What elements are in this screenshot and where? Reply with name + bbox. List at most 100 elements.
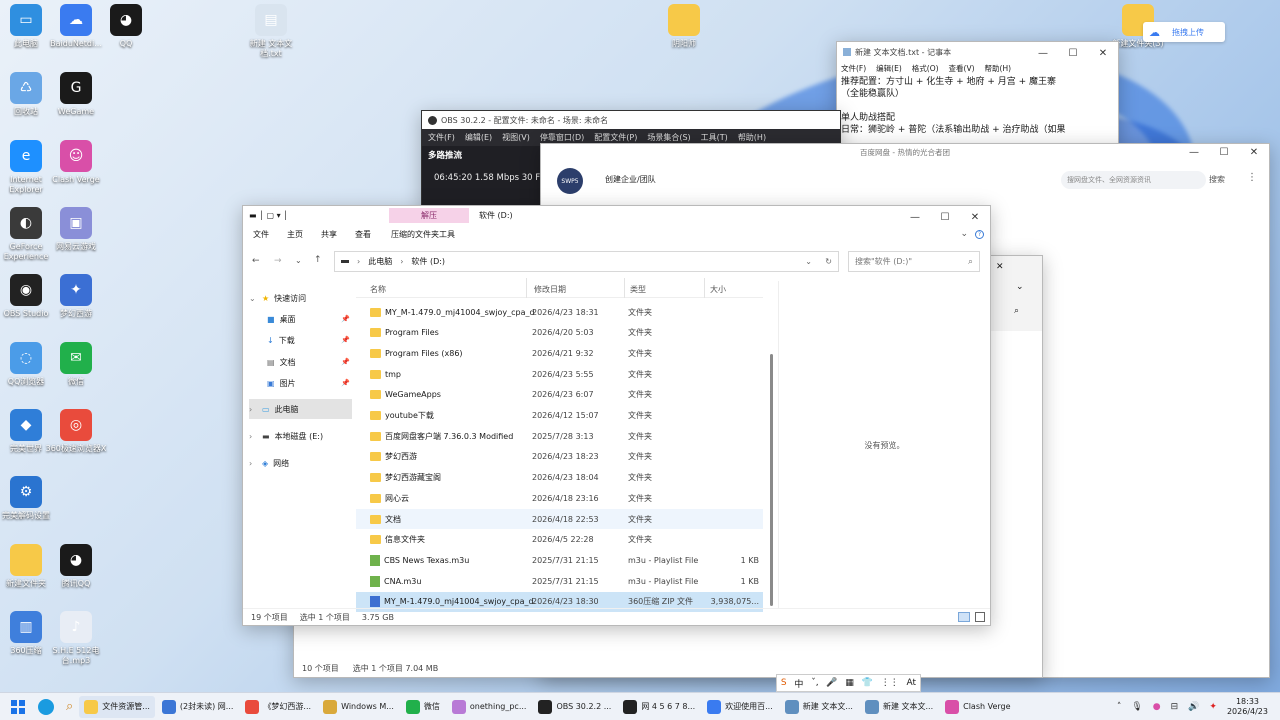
desktop-icon[interactable]: ♪ S.H.E 512电台.mp3 [45, 611, 107, 666]
volume-icon[interactable]: 🔊 [1188, 702, 1199, 712]
taskbar-app[interactable]: Clash Verge [940, 696, 1015, 718]
taskbar-app[interactable]: 《梦幻西游... [240, 696, 316, 718]
desktop-icon[interactable]: ◕ QQ [95, 4, 157, 49]
clash-tray-icon[interactable]: ● [1153, 702, 1161, 712]
chevron-up-icon[interactable]: ˄ [1117, 702, 1122, 712]
ime-item[interactable]: S [781, 678, 787, 688]
ime-item[interactable]: ▦ [845, 678, 854, 688]
desktop-icon[interactable]: ▣ 网易云游戏 [45, 207, 107, 252]
breadcrumb-pc[interactable]: 此电脑 [368, 256, 392, 267]
nav-item[interactable]: › ◈ 网络 [249, 453, 352, 473]
menu-item[interactable]: 帮助(H) [985, 63, 1012, 74]
chevron-right-icon[interactable]: › [249, 459, 257, 468]
nav-item[interactable]: ▣ 图片 📌 [249, 373, 352, 393]
nav-item[interactable]: › ▭ 此电脑 [249, 399, 352, 419]
baidu-search-button[interactable]: 搜索 [1209, 174, 1225, 185]
desktop-icon[interactable]: ⚙ 完美解码设置 [0, 476, 57, 521]
ime-item[interactable]: 🎤 [826, 678, 837, 688]
baidu-search-input[interactable]: 搜网盘文件、全网资源资讯 [1061, 171, 1206, 189]
menu-item[interactable]: 停靠窗口(D) [540, 132, 584, 143]
clock[interactable]: 18:33 2026/4/23 [1227, 697, 1268, 717]
chevron-down-icon[interactable]: ⌄ [1016, 282, 1024, 292]
column-size[interactable]: 大小 [710, 284, 726, 295]
avatar[interactable]: SWP5 [557, 168, 583, 194]
file-row[interactable]: CBS News Texas.m3u 2025/7/31 21:15 m3u - P… [356, 550, 763, 570]
nav-item[interactable]: ⌄ ★ 快速访问 [249, 288, 352, 308]
menu-item[interactable]: 帮助(H) [738, 132, 766, 143]
file-row[interactable]: CNA.m3u 2025/7/31 21:15 m3u - Playlist Fil… [356, 571, 763, 591]
taskbar-app[interactable]: onething_pc... [447, 696, 532, 718]
ribbon-tab[interactable]: 查看 [355, 229, 371, 240]
extract-tab[interactable]: 解压 [389, 208, 469, 223]
compressed-folder-tools-tab[interactable]: 压缩的文件夹工具 [391, 229, 455, 240]
file-row[interactable]: 信息文件夹 2026/4/5 22:28 文件夹 [356, 530, 763, 550]
forward-arrow-icon[interactable]: → [274, 256, 282, 266]
microphone-icon[interactable]: 🎙 [1131, 702, 1142, 712]
taskbar-app[interactable]: Windows M... [318, 696, 399, 718]
more-icon[interactable]: ⋮ [1247, 172, 1257, 183]
nav-item[interactable]: ■ 桌面 📌 [249, 309, 352, 329]
menu-item[interactable]: 查看(V) [949, 63, 975, 74]
menu-item[interactable]: 编辑(E) [465, 132, 492, 143]
nav-item[interactable]: ↓ 下载 📌 [249, 330, 352, 350]
chevron-down-icon[interactable]: ⌄ [249, 294, 257, 303]
maximize-button[interactable]: ☐ [1058, 42, 1088, 64]
column-date[interactable]: 修改日期 [534, 284, 566, 295]
menu-item[interactable]: 场景集合(S) [647, 132, 690, 143]
menu-item[interactable]: 格式(O) [912, 63, 939, 74]
refresh-icon[interactable]: ↻ [825, 257, 832, 266]
file-row[interactable]: 文档 2026/4/18 22:53 文件夹 [356, 509, 763, 529]
file-row[interactable]: 百度网盘客户端 7.36.0.3 Modified 2025/7/28 3:13 文… [356, 426, 763, 446]
scrollbar[interactable] [770, 354, 773, 606]
ribbon-tab[interactable]: 文件 [253, 229, 269, 240]
taskbar-app[interactable]: 网 4 5 6 7 8... [618, 696, 700, 718]
pin-icon[interactable]: 📌 [341, 379, 350, 387]
recent-dropdown-icon[interactable]: ⌄ [295, 256, 302, 265]
file-row[interactable]: youtube下载 2026/4/12 15:07 文件夹 [356, 406, 763, 426]
edge-icon[interactable] [38, 698, 54, 715]
menu-item[interactable]: 文件(F) [428, 132, 455, 143]
desktop-icon[interactable]: ◕ 腾讯QQ [45, 544, 107, 589]
minimize-button[interactable]: — [1179, 141, 1209, 163]
desktop-icon[interactable]: ▤ 新建 文本文档.txt [240, 4, 302, 59]
pin-icon[interactable]: 📌 [341, 358, 350, 366]
start-icon[interactable] [11, 699, 25, 714]
minimize-button[interactable]: — [1028, 42, 1058, 64]
taskbar-app[interactable]: (2封未读) 网... [157, 696, 239, 718]
ime-item[interactable]: At [907, 678, 917, 688]
taskbar-app[interactable]: OBS 30.2.2 ... [533, 696, 616, 718]
nav-item[interactable]: ▤ 文档 📌 [249, 352, 352, 372]
ime-item[interactable]: 中 [794, 677, 803, 690]
desktop-icon[interactable]: 阴阳师 [653, 4, 715, 49]
taskbar-app[interactable]: 微信 [401, 696, 445, 718]
file-row[interactable]: MY_M-1.479.0_mj41004_swjoy_cpa_dev 2026/4… [356, 302, 763, 322]
desktop-icon[interactable]: ◎ 360极速浏览器X [45, 409, 107, 454]
ime-item[interactable]: ⋮⋮ [881, 678, 899, 688]
chevron-right-icon[interactable]: › [249, 405, 257, 414]
taskbar-app[interactable]: 欢迎使用百... [702, 696, 778, 718]
taskbar-app[interactable]: 新建 文本文... [780, 696, 858, 718]
address-bar[interactable]: › 此电脑 › 软件 (D:) ⌄ ↻ [334, 251, 839, 272]
column-type[interactable]: 类型 [630, 284, 646, 295]
desktop-icon[interactable]: ✦ 梦幻西游 [45, 274, 107, 319]
file-row[interactable]: Program Files 2026/4/20 5:03 文件夹 [356, 323, 763, 343]
security-icon[interactable]: ✦ [1209, 702, 1217, 712]
ribbon-tab[interactable]: 共享 [321, 229, 337, 240]
desktop-icon[interactable]: G WeGame [45, 72, 107, 117]
taskbar-app[interactable]: 文件资源管... [79, 695, 155, 718]
menu-item[interactable]: 配置文件(P) [594, 132, 637, 143]
breadcrumb-drive[interactable]: 软件 (D:) [411, 256, 445, 267]
close-icon[interactable]: ✕ [996, 262, 1004, 272]
search-icon[interactable]: ⌕ [1014, 306, 1019, 316]
ime-item[interactable]: 👕 [862, 678, 873, 688]
desktop-icon[interactable]: ✉ 微信 [45, 342, 107, 387]
nav-item[interactable]: › ▬ 本地磁盘 (E:) [249, 426, 352, 446]
taskbar-app[interactable]: 新建 文本文... [860, 696, 938, 718]
file-row[interactable]: WeGameApps 2026/4/23 6:07 文件夹 [356, 385, 763, 405]
maximize-button[interactable]: ☐ [1209, 141, 1239, 163]
close-button[interactable]: ✕ [1088, 42, 1118, 64]
file-row[interactable]: tmp 2026/4/23 5:55 文件夹 [356, 364, 763, 384]
notepad-text[interactable]: 推荐配置：方寸山 + 化生寺 + 地府 + 月宫 + 魔王寨 （全能稳赢队） 单人助… [837, 74, 1118, 138]
explorer-search-input[interactable]: 搜索"软件 (D:)" ⌕ [848, 251, 980, 272]
upload-widget[interactable]: ☁ 拖拽上传 [1143, 22, 1225, 42]
